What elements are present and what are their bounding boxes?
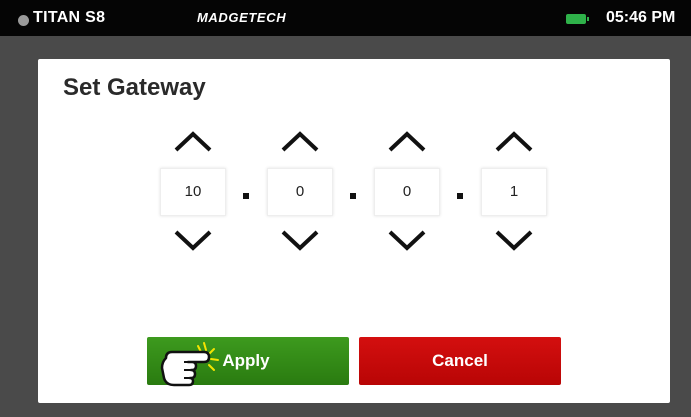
cancel-button-label: Cancel [432,351,488,370]
octet-4-control: 1 [481,122,547,262]
octet-1-decrement-button[interactable] [160,222,226,260]
status-bar: TITAN S8 MADGETECH 05:46 PM [0,0,691,36]
battery-full-icon [566,14,589,24]
octet-1-field[interactable]: 10 [160,168,226,216]
cancel-button[interactable]: Cancel [359,337,561,385]
chevron-down-icon [281,230,319,251]
octet-1-increment-button[interactable] [160,122,226,160]
octet-1-control: 10 [160,122,226,262]
octet-4-increment-button[interactable] [481,122,547,160]
ip-separator-dot [243,193,249,199]
status-indicator-icon [18,15,29,26]
chevron-down-icon [388,230,426,251]
octet-3-decrement-button[interactable] [374,222,440,260]
dialog-title: Set Gateway [63,74,206,101]
hand-pointer-icon [160,342,219,387]
chevron-up-icon [495,131,533,152]
set-gateway-dialog: Set Gateway 10 0 0 1 Apply Cancel [38,59,670,403]
chevron-down-icon [174,230,212,251]
ip-separator-dot [350,193,356,199]
octet-3-control: 0 [374,122,440,262]
screen: TITAN S8 MADGETECH 05:46 PM Set Gateway … [0,0,691,417]
apply-button-label: Apply [222,351,270,370]
octet-2-field[interactable]: 0 [267,168,333,216]
octet-3-increment-button[interactable] [374,122,440,160]
octet-2-decrement-button[interactable] [267,222,333,260]
octet-3-field[interactable]: 0 [374,168,440,216]
ip-separator-dot [457,193,463,199]
octet-4-decrement-button[interactable] [481,222,547,260]
chevron-up-icon [174,131,212,152]
device-name: TITAN S8 [33,9,106,26]
octet-2-increment-button[interactable] [267,122,333,160]
chevron-down-icon [495,230,533,251]
chevron-up-icon [281,131,319,152]
chevron-up-icon [388,131,426,152]
clock: 05:46 PM [606,9,676,26]
brand-logo: MADGETECH [197,10,287,25]
octet-4-field[interactable]: 1 [481,168,547,216]
octet-2-control: 0 [267,122,333,262]
